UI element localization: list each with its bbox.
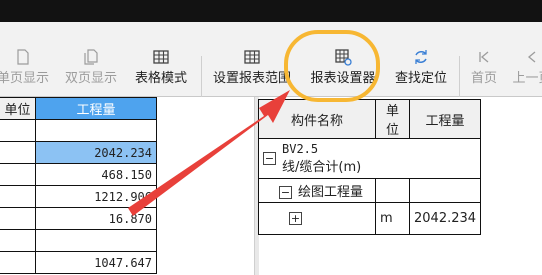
- first-page-icon: [479, 51, 489, 63]
- table-row[interactable]: 2042.234: [0, 141, 157, 164]
- table-grid-icon: [153, 50, 169, 64]
- summary-table: 单位 工程量 2042.234 468.150 1212.906 16.870 …: [0, 97, 157, 274]
- double-page-icon: [84, 49, 98, 65]
- previous-page-label: 上一页: [512, 71, 542, 86]
- unit-column-header[interactable]: 单位: [0, 97, 36, 120]
- previous-page-icon: [527, 51, 536, 63]
- quantity-cell[interactable]: 1047.647: [35, 251, 157, 274]
- expand-toggle-icon[interactable]: +: [289, 212, 302, 225]
- single-page-icon: [17, 49, 29, 65]
- table-grid-icon: [244, 50, 260, 64]
- table-header-row: 构件名称 单位 工程量: [258, 99, 482, 139]
- single-page-button[interactable]: 单页显示: [0, 22, 52, 96]
- table-row[interactable]: 16.870: [0, 207, 157, 230]
- find-locate-button[interactable]: 查找定位: [387, 22, 455, 96]
- table-row[interactable]: − BV2.5 线/缆合计(m): [257, 138, 482, 179]
- collapse-toggle-icon[interactable]: −: [263, 152, 276, 165]
- quantity-header[interactable]: 工程量: [408, 99, 482, 139]
- group-title: BV2.5: [282, 142, 319, 156]
- table-mode-button[interactable]: 表格模式: [127, 22, 195, 96]
- table-row[interactable]: [0, 229, 157, 252]
- quantity-cell-selected[interactable]: 2042.234: [35, 141, 157, 164]
- find-locate-label: 查找定位: [394, 71, 447, 86]
- first-page-button[interactable]: 首页: [464, 22, 504, 96]
- group-subtitle: 线/缆合计(m): [282, 160, 362, 175]
- table-row[interactable]: 1212.906: [0, 185, 157, 208]
- first-page-label: 首页: [470, 71, 497, 86]
- highlight-circle: [284, 30, 380, 102]
- window-title-bar: [0, 0, 542, 22]
- quantity-cell[interactable]: [35, 229, 157, 252]
- quantity-cell[interactable]: 1212.906: [35, 185, 157, 208]
- table-row[interactable]: 1047.647: [0, 251, 157, 274]
- component-detail-table: 构件名称 单位 工程量 − BV2.5 线/缆合计(m) − 绘图工程量 + m …: [257, 99, 482, 235]
- table-row[interactable]: 468.150: [0, 163, 157, 186]
- report-toolbar: 单页显示 双页显示 表格模式 设置报表范围 报表设置器 查找定位 首页 上一: [0, 22, 542, 112]
- detail-quantity-cell[interactable]: 2042.234: [408, 202, 482, 235]
- detail-unit-cell[interactable]: m: [375, 202, 410, 235]
- table-mode-label: 表格模式: [134, 71, 187, 86]
- quantity-cell[interactable]: 16.870: [35, 207, 157, 230]
- quantity-cell[interactable]: 468.150: [35, 163, 157, 186]
- quantity-column-header[interactable]: 工程量: [35, 97, 157, 120]
- subgroup-label: 绘图工程量: [298, 185, 364, 200]
- double-page-label: 双页显示: [64, 71, 117, 86]
- table-row[interactable]: + m 2042.234: [258, 202, 482, 235]
- collapse-toggle-icon[interactable]: −: [279, 186, 292, 199]
- refresh-locate-icon: [415, 50, 427, 64]
- quantity-cell[interactable]: [35, 119, 157, 142]
- table-row[interactable]: − 绘图工程量: [258, 178, 482, 203]
- table-header-row: 单位 工程量: [0, 97, 157, 120]
- single-page-label: 单页显示: [0, 71, 49, 86]
- table-row[interactable]: [0, 119, 157, 142]
- previous-page-button[interactable]: 上一页: [508, 22, 542, 96]
- component-name-header[interactable]: 构件名称: [258, 99, 376, 139]
- unit-header[interactable]: 单位: [375, 99, 410, 139]
- double-page-button[interactable]: 双页显示: [60, 22, 122, 96]
